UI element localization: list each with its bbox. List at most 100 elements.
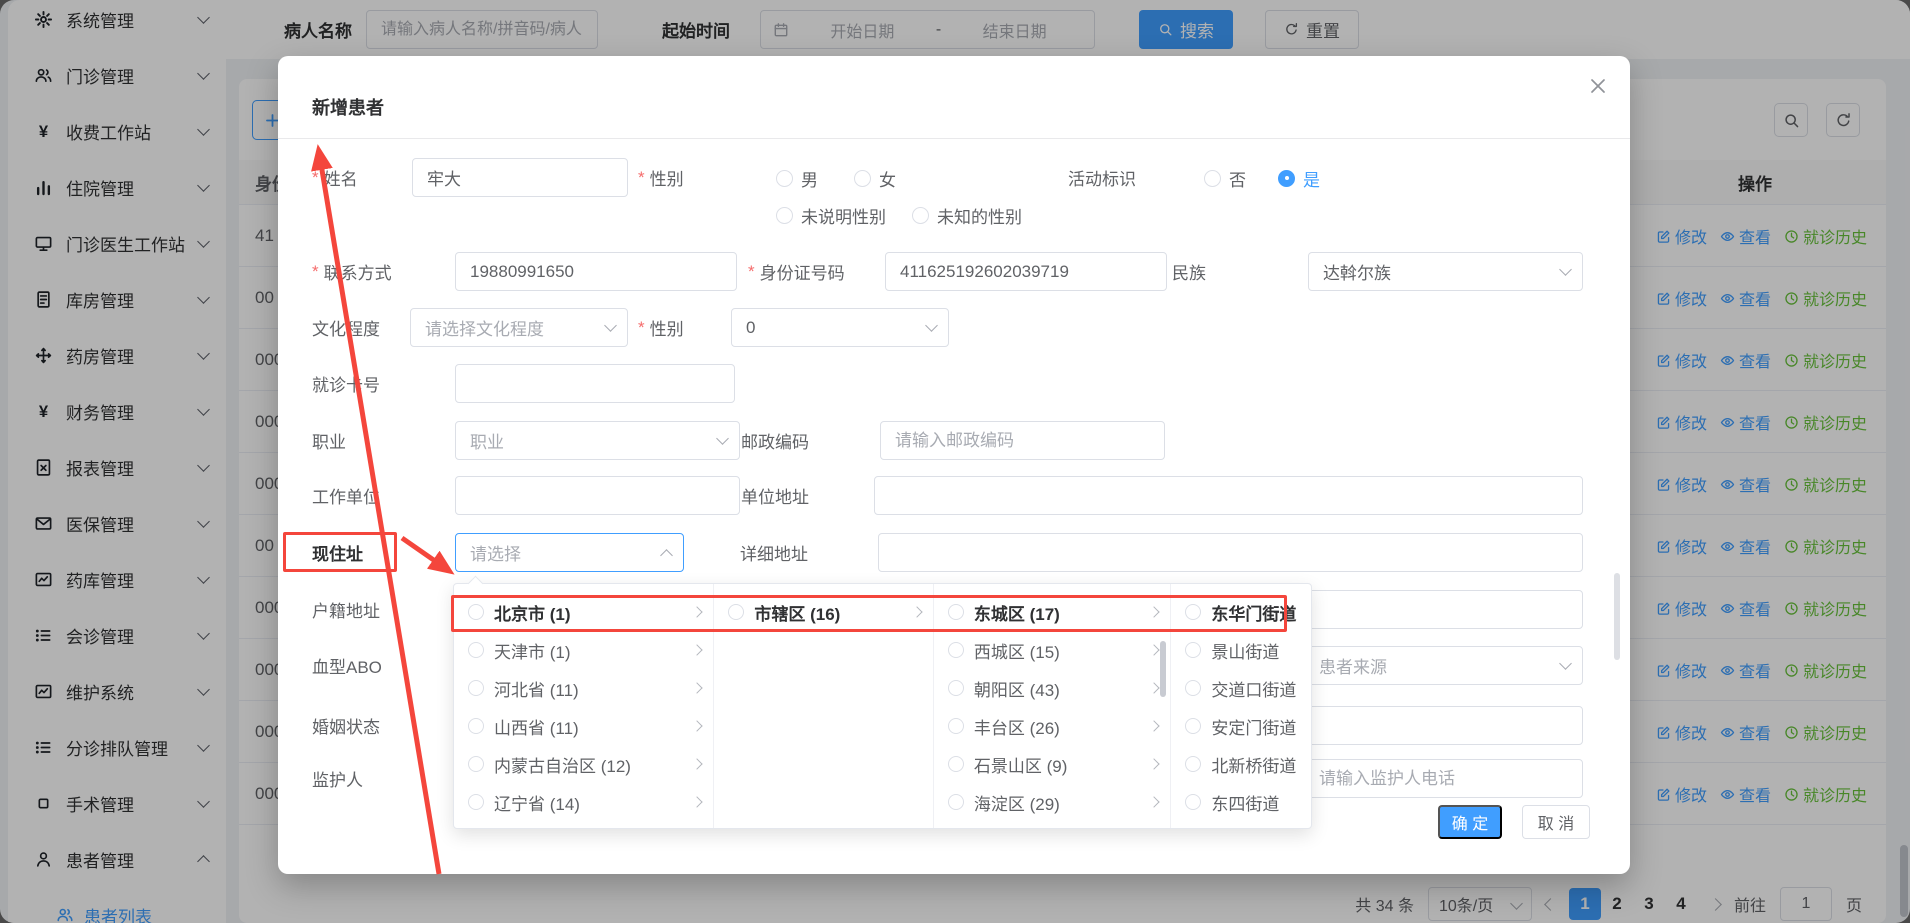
cascader-street-column: 东华门街道 景山街道 交道口街道 安定门街道 <box>1171 584 1311 828</box>
cascader-option[interactable]: 东华门街道 <box>1171 593 1311 631</box>
occupation-select[interactable]: 职业 <box>455 421 740 460</box>
chevron-right-icon <box>1149 720 1160 731</box>
name-input[interactable] <box>412 158 628 197</box>
active-yes-radio[interactable]: 是 <box>1278 166 1320 190</box>
visit-card-input[interactable] <box>455 364 735 403</box>
modal-scrollbar[interactable] <box>1614 573 1620 660</box>
radio-icon[interactable] <box>468 794 484 810</box>
chevron-right-icon <box>1149 796 1160 807</box>
cascader-option[interactable]: 内蒙古自治区 (12) <box>454 745 713 783</box>
radio-icon[interactable] <box>728 604 744 620</box>
radio-icon[interactable] <box>948 718 964 734</box>
current-address-label: 现住址 <box>312 533 363 572</box>
cancel-button[interactable]: 取 消 <box>1522 805 1590 839</box>
ethnic-label: 民族 <box>1172 252 1206 291</box>
idcard-label: *身份证号码 <box>748 252 845 291</box>
postcode-label: 邮政编码 <box>741 421 809 460</box>
cascader-option[interactable]: 西城区 (15) <box>934 631 1170 669</box>
radio-icon[interactable] <box>468 756 484 772</box>
chevron-right-icon <box>692 796 703 807</box>
cascader-option[interactable]: 安定门街道 <box>1171 707 1311 745</box>
registered-detail-input[interactable] <box>1304 590 1583 629</box>
cascader-city-column: 市辖区 (16) <box>714 584 933 828</box>
employer-input[interactable] <box>455 476 740 515</box>
postcode-input[interactable] <box>880 421 1165 460</box>
address-cascader-dropdown: 北京市 (1) 天津市 (1) 河北省 (11) 山西省 (11) <box>453 583 1312 829</box>
ethnic-select[interactable]: 达斡尔族 <box>1308 252 1583 291</box>
chevron-down-icon <box>716 432 729 445</box>
radio-icon[interactable] <box>1185 642 1201 658</box>
radio-icon[interactable] <box>1185 604 1201 620</box>
radio-icon[interactable] <box>468 604 484 620</box>
radio-icon[interactable] <box>468 718 484 734</box>
employer-label: 工作单位 <box>312 476 380 515</box>
cascader-option[interactable]: 景山街道 <box>1171 631 1311 669</box>
radio-icon[interactable] <box>1185 718 1201 734</box>
cascader-option[interactable]: 辽宁省 (14) <box>454 783 713 821</box>
occupation-label: 职业 <box>312 421 346 460</box>
radio-icon[interactable] <box>1185 680 1201 696</box>
address-detail-label: 详细地址 <box>740 533 808 572</box>
active-flag-label: 活动标识 <box>1068 158 1136 197</box>
radio-icon[interactable] <box>948 604 964 620</box>
guardian-phone-input[interactable] <box>1304 759 1583 798</box>
cascader-province-column: 北京市 (1) 天津市 (1) 河北省 (11) 山西省 (11) <box>454 584 714 828</box>
marital-right-input[interactable] <box>1304 706 1583 745</box>
gender-label: *性别 <box>638 158 684 197</box>
contact-input[interactable] <box>455 252 737 291</box>
chevron-up-icon <box>660 549 673 562</box>
address-detail-input[interactable] <box>878 533 1583 572</box>
cascader-option[interactable]: 北新桥街道 <box>1171 745 1311 783</box>
visit-card-label: 就诊卡号 <box>312 364 380 403</box>
contact-label: *联系方式 <box>312 252 392 291</box>
cascader-district-column: 东城区 (17) 西城区 (15) 朝阳区 (43) 丰台区 (26) <box>934 584 1171 828</box>
cascader-option[interactable]: 市辖区 (16) <box>714 593 932 631</box>
cascader-option[interactable]: 海淀区 (29) <box>934 783 1170 821</box>
close-icon[interactable] <box>1588 76 1608 96</box>
cascader-option[interactable]: 丰台区 (26) <box>934 707 1170 745</box>
radio-icon[interactable] <box>1185 794 1201 810</box>
employer-address-label: 单位地址 <box>741 476 809 515</box>
confirm-button[interactable]: 确 定 <box>1438 805 1502 839</box>
idcard-input[interactable] <box>885 252 1167 291</box>
chevron-down-icon <box>1559 657 1572 670</box>
gender-unspecified-radio[interactable]: 未说明性别 <box>776 203 886 227</box>
employer-address-input[interactable] <box>874 476 1583 515</box>
chevron-right-icon <box>692 720 703 731</box>
active-no-radio[interactable]: 否 <box>1204 166 1246 190</box>
gender-male-radio[interactable]: 男 <box>776 166 818 190</box>
chevron-right-icon <box>692 644 703 655</box>
chevron-down-icon <box>1559 263 1572 276</box>
patient-source-select[interactable]: 患者来源 <box>1304 646 1583 685</box>
cascader-scrollbar[interactable] <box>1160 641 1166 697</box>
gender2-label: *性别 <box>638 308 684 347</box>
radio-icon[interactable] <box>468 680 484 696</box>
chevron-right-icon <box>911 606 922 617</box>
modal-header-divider <box>278 138 1630 139</box>
cascader-option[interactable]: 石景山区 (9) <box>934 745 1170 783</box>
gender2-select[interactable]: 0 <box>731 308 949 347</box>
cascader-option[interactable]: 交道口街道 <box>1171 669 1311 707</box>
radio-icon[interactable] <box>948 642 964 658</box>
cascader-option[interactable]: 天津市 (1) <box>454 631 713 669</box>
radio-icon[interactable] <box>948 680 964 696</box>
radio-icon[interactable] <box>948 794 964 810</box>
chevron-right-icon <box>692 682 703 693</box>
cascader-option[interactable]: 河北省 (11) <box>454 669 713 707</box>
gender-female-radio[interactable]: 女 <box>854 166 896 190</box>
cascader-option[interactable]: 山西省 (11) <box>454 707 713 745</box>
name-label: *姓名 <box>312 158 358 197</box>
radio-icon[interactable] <box>1185 756 1201 772</box>
guardian-label: 监护人 <box>312 759 363 798</box>
registered-address-label: 户籍地址 <box>312 590 380 629</box>
gender-unknown-radio[interactable]: 未知的性别 <box>912 203 1022 227</box>
cascader-option[interactable]: 北京市 (1) <box>454 593 713 631</box>
cascader-option[interactable]: 东城区 (17) <box>934 593 1170 631</box>
radio-icon[interactable] <box>468 642 484 658</box>
radio-icon[interactable] <box>948 756 964 772</box>
cascader-option[interactable]: 朝阳区 (43) <box>934 669 1170 707</box>
education-select[interactable]: 请选择文化程度 <box>410 308 628 347</box>
cascader-option[interactable]: 东四街道 <box>1171 783 1311 821</box>
chevron-down-icon <box>925 319 938 332</box>
current-address-cascader-select[interactable]: 请选择 <box>455 533 684 572</box>
